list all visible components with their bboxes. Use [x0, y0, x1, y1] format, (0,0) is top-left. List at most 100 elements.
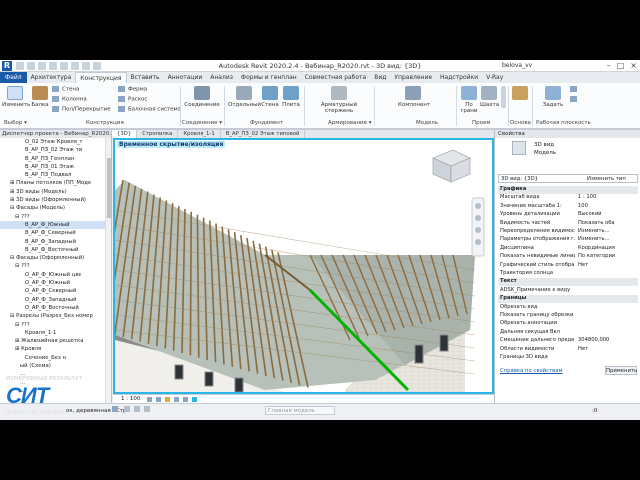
- browser-item[interactable]: В_АР_Ф_Западный: [0, 238, 111, 246]
- browser-item[interactable]: ⊟ ???: [0, 262, 111, 270]
- browser-item[interactable]: ⊞ 3D виды (Оформленный): [0, 196, 111, 204]
- browser-item[interactable]: В_АР_Ф_Южный: [0, 220, 111, 230]
- view-tab-0[interactable]: {3D}: [112, 130, 138, 138]
- property-row[interactable]: Параметры отображения г... Изменить...: [498, 236, 638, 244]
- browser-item[interactable]: В_АР_ПЗ_Генплан: [0, 155, 111, 163]
- navigation-bar[interactable]: [471, 197, 485, 257]
- browser-item[interactable]: ⊟ Фасады (Модель): [0, 204, 111, 212]
- slab-button[interactable]: Плита: [281, 86, 301, 108]
- property-value[interactable]: Изменить...: [578, 236, 636, 244]
- apply-button[interactable]: Применить: [605, 366, 637, 375]
- detail-level-icon[interactable]: [147, 397, 152, 402]
- opening-small-button[interactable]: [500, 86, 506, 110]
- property-row[interactable]: ADSK_Примечание к виду: [498, 287, 638, 295]
- shaft-button[interactable]: Шахта: [480, 86, 499, 108]
- property-value[interactable]: Нет: [578, 262, 636, 270]
- property-value[interactable]: По категории: [578, 253, 636, 261]
- instance-filter[interactable]: 3D вид: {3D} Изменить тип: [498, 174, 638, 183]
- group-reinforcement-label[interactable]: Армирование ▾: [328, 120, 372, 126]
- 3d-viewport[interactable]: Временное скрытие/изоляция: [113, 138, 494, 394]
- tab-9[interactable]: Управление: [390, 72, 436, 83]
- sync-icon[interactable]: [124, 406, 130, 412]
- tab-5[interactable]: Анализ: [206, 72, 237, 83]
- browser-item[interactable]: Кровля_1-1: [0, 329, 111, 337]
- rebar-button[interactable]: Арматурный стержень: [306, 86, 372, 114]
- property-row[interactable]: Графический стиль отобра... Нет: [498, 262, 638, 270]
- project-browser-scrollbar[interactable]: [105, 138, 111, 403]
- browser-item[interactable]: ⊟ ???: [0, 213, 111, 221]
- view-tab-3[interactable]: В_АР_ПЗ_02 Этаж типовой: [221, 130, 306, 138]
- tab-2[interactable]: Конструкция: [75, 72, 127, 83]
- component-button[interactable]: Компонент: [398, 86, 430, 108]
- browser-item[interactable]: В_АР_Ф_Восточный: [0, 246, 111, 254]
- ref-plane-button[interactable]: [570, 96, 580, 103]
- temp-hide-icon[interactable]: [192, 397, 197, 402]
- property-section[interactable]: Текст: [498, 278, 638, 286]
- modify-button[interactable]: Изменить: [2, 86, 30, 108]
- roof-model-drawing[interactable]: [115, 140, 492, 392]
- property-row[interactable]: Обрезать вид: [498, 304, 638, 312]
- browser-item[interactable]: ⊟ Фасады (Оформленный): [0, 254, 111, 262]
- wall-foundation-button[interactable]: Стена: [260, 86, 280, 108]
- property-row[interactable]: Переопределения видимос... Изменить...: [498, 228, 638, 236]
- scrollbar-thumb[interactable]: [107, 158, 111, 218]
- user-name[interactable]: belova_vv: [502, 62, 532, 69]
- property-row[interactable]: Границы 3D вида: [498, 354, 638, 362]
- tab-3[interactable]: Вставить: [127, 72, 164, 83]
- tab-4[interactable]: Аннотации: [164, 72, 207, 83]
- property-row[interactable]: Показать невидимые линии По категории: [498, 253, 638, 261]
- browser-item[interactable]: ⊞ Планы потолков (ПП_Моде: [0, 179, 111, 187]
- tab-0[interactable]: Файл: [0, 72, 27, 83]
- by-face-button[interactable]: По грани: [458, 86, 480, 114]
- floor-button[interactable]: Пол/Перекрытие: [52, 106, 111, 113]
- active-model-field[interactable]: Главная модель: [265, 406, 335, 415]
- property-row[interactable]: Масштаб вида 1 : 100: [498, 194, 638, 202]
- property-value[interactable]: Высокий: [578, 211, 636, 219]
- browser-item[interactable]: В_АР_Ф_Северный: [0, 229, 111, 237]
- viewcube[interactable]: [432, 149, 471, 183]
- property-row[interactable]: Значение масштаба 1: 100: [498, 203, 638, 211]
- truss-button[interactable]: Ферма: [118, 86, 147, 93]
- design-options-icon[interactable]: [144, 406, 150, 412]
- property-section[interactable]: Границы: [498, 295, 638, 303]
- view-tab-2[interactable]: Кровля_1-1: [178, 130, 221, 138]
- type-selector[interactable]: 3D вид Модель: [498, 140, 638, 160]
- beam-button[interactable]: Балка: [30, 86, 50, 108]
- properties-help-link[interactable]: Справка по свойствам: [500, 368, 563, 374]
- visual-style-icon[interactable]: [156, 397, 161, 402]
- brace-button[interactable]: Раскос: [118, 96, 147, 103]
- isolated-foundation-button[interactable]: Отдельный: [228, 86, 261, 108]
- browser-item[interactable]: ⊞ 3D виды (Модель): [0, 188, 111, 196]
- browser-item[interactable]: В_АР_ПЗ_02 Этаж ти: [0, 146, 111, 154]
- property-row[interactable]: Обрезать аннотации: [498, 320, 638, 328]
- wall-button[interactable]: Стена: [52, 86, 79, 93]
- browser-item[interactable]: Сечение_Без н: [0, 354, 111, 362]
- group-connection-label[interactable]: Соединение ▾: [182, 120, 222, 126]
- property-row[interactable]: Дисциплина Координация: [498, 245, 638, 253]
- browser-item[interactable]: ⊟ Разрезы (Разрез_Без номер: [0, 312, 111, 320]
- property-value[interactable]: 100: [578, 203, 636, 211]
- property-value[interactable]: Показать оба: [578, 220, 636, 228]
- tab-1[interactable]: Архитектура: [27, 72, 76, 83]
- close-icon[interactable]: ×: [630, 61, 637, 70]
- property-row[interactable]: Показать границу обрезки: [498, 312, 638, 320]
- beam-system-button[interactable]: Балочная система: [118, 106, 181, 113]
- group-select-label[interactable]: Выбор ▾: [4, 120, 27, 126]
- maximize-icon[interactable]: □: [617, 61, 625, 70]
- property-row[interactable]: Видимость частей Показать оба: [498, 220, 638, 228]
- tab-11[interactable]: V-Ray: [482, 72, 507, 83]
- property-value[interactable]: Координация: [578, 245, 636, 253]
- crop-icon[interactable]: [183, 397, 188, 402]
- property-row[interactable]: Траектория солнца: [498, 270, 638, 278]
- property-value[interactable]: 1 : 100: [578, 194, 636, 202]
- sun-path-icon[interactable]: [165, 397, 170, 402]
- set-workplane-button[interactable]: Задать: [540, 86, 566, 108]
- column-button[interactable]: Колонна: [52, 96, 87, 103]
- browser-item[interactable]: ⊟ ???: [0, 321, 111, 329]
- tab-7[interactable]: Совместная работа: [301, 72, 371, 83]
- tab-6[interactable]: Формы и генплан: [237, 72, 301, 83]
- minimize-icon[interactable]: –: [607, 61, 611, 70]
- view-tab-1[interactable]: Стропилка: [137, 130, 179, 138]
- browser-item[interactable]: О_АР_Ф_Южный цвє: [0, 271, 111, 279]
- property-value[interactable]: Изменить...: [578, 228, 636, 236]
